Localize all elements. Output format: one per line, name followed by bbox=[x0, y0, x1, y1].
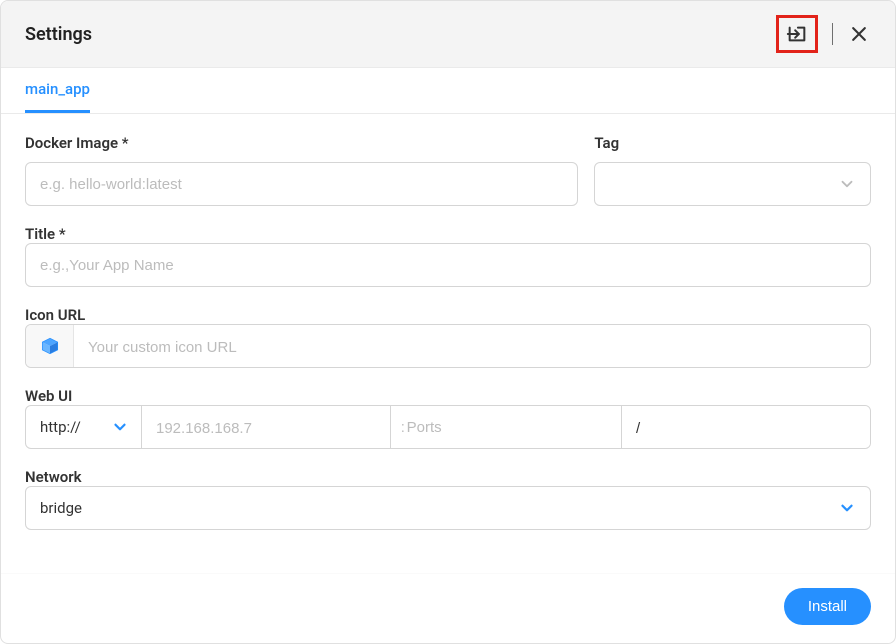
chevron-down-icon bbox=[838, 175, 856, 193]
row-docker-tag: Docker Image * Tag bbox=[25, 134, 871, 206]
field-icon-url: Icon URL bbox=[25, 305, 871, 368]
import-button[interactable] bbox=[785, 22, 809, 46]
tabs: main_app bbox=[1, 68, 895, 114]
header-divider bbox=[832, 23, 833, 45]
icon-url-group bbox=[25, 324, 871, 368]
webui-ports-input[interactable] bbox=[405, 405, 621, 449]
form-content: Docker Image * Tag Title * Icon URL bbox=[1, 114, 895, 573]
webui-label: Web UI bbox=[25, 387, 72, 405]
modal-header: Settings bbox=[1, 1, 895, 68]
docker-image-label: Docker Image * bbox=[25, 134, 578, 152]
field-network: Network bridge bbox=[25, 467, 871, 530]
icon-url-label: Icon URL bbox=[25, 306, 85, 324]
field-docker-image: Docker Image * bbox=[25, 134, 578, 206]
tab-main-app[interactable]: main_app bbox=[25, 68, 90, 113]
field-tag: Tag bbox=[594, 134, 871, 206]
field-title: Title * bbox=[25, 224, 871, 287]
network-value: bridge bbox=[40, 499, 82, 517]
tag-select[interactable] bbox=[594, 162, 871, 206]
webui-protocol-value: http:// bbox=[40, 418, 81, 436]
header-actions bbox=[776, 15, 871, 53]
close-button[interactable] bbox=[847, 22, 871, 46]
webui-group: http:// : bbox=[25, 405, 871, 449]
title-label: Title * bbox=[25, 225, 66, 243]
webui-protocol-select[interactable]: http:// bbox=[26, 406, 142, 448]
import-icon bbox=[786, 23, 808, 45]
network-select[interactable]: bridge bbox=[25, 486, 871, 530]
footer: Install bbox=[1, 573, 895, 643]
title-input[interactable] bbox=[25, 243, 871, 287]
tag-label: Tag bbox=[594, 134, 871, 152]
webui-ports-wrapper: : bbox=[391, 406, 622, 448]
import-highlight bbox=[776, 15, 818, 53]
settings-modal: Settings main_app bbox=[0, 0, 896, 644]
install-button[interactable]: Install bbox=[784, 588, 871, 625]
chevron-down-icon bbox=[111, 418, 129, 436]
icon-url-input[interactable] bbox=[74, 325, 870, 368]
field-webui: Web UI http:// : bbox=[25, 386, 871, 449]
webui-ip-input[interactable] bbox=[142, 406, 391, 449]
docker-image-input[interactable] bbox=[25, 162, 578, 206]
page-title: Settings bbox=[25, 24, 92, 45]
cube-icon bbox=[39, 335, 61, 357]
network-label: Network bbox=[25, 468, 82, 486]
close-icon bbox=[849, 24, 869, 44]
webui-path-input[interactable] bbox=[622, 406, 870, 449]
icon-preview bbox=[26, 325, 74, 367]
chevron-down-icon bbox=[838, 499, 856, 517]
